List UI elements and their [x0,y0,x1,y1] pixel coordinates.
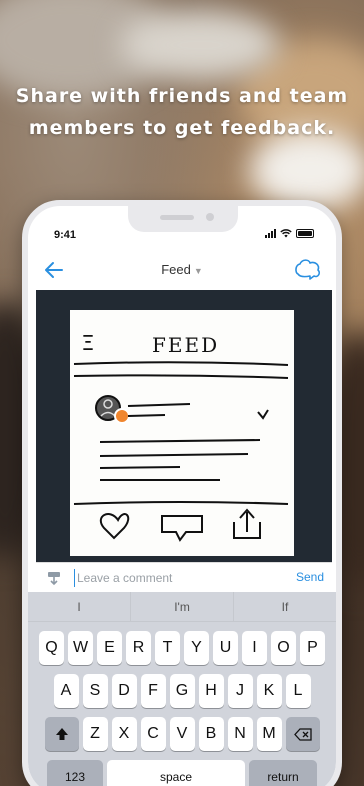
sketch-drawing: Ξ FEED [73,331,289,542]
feed-photo: Ξ FEED [36,290,332,562]
key-x[interactable]: X [111,717,137,751]
key-row-1: Q W E R T Y U I O P [28,631,336,665]
numbers-key[interactable]: 123 [47,760,103,786]
sketch-menu-glyph: Ξ [82,331,94,355]
suggestion-1[interactable]: I [28,592,131,621]
key-row-3: Z X C V B N M [28,717,336,751]
key-g[interactable]: G [169,674,195,708]
key-v[interactable]: V [169,717,195,751]
keyboard: I I'm If Q W E R T Y U I O P A S D F G H… [28,592,336,786]
send-button[interactable]: Send [296,570,324,584]
key-m[interactable]: M [256,717,282,751]
key-j[interactable]: J [227,674,253,708]
key-p[interactable]: P [300,631,325,665]
shift-key[interactable] [44,717,79,751]
key-u[interactable]: U [213,631,238,665]
return-key[interactable]: return [249,760,317,786]
suggestion-bar: I I'm If [28,592,336,622]
delete-key[interactable] [285,717,320,751]
status-icons [265,229,314,238]
key-z[interactable]: Z [82,717,108,751]
front-camera [206,213,214,221]
key-f[interactable]: F [140,674,166,708]
status-time: 9:41 [54,229,77,241]
key-a[interactable]: A [53,674,79,708]
attachment-icon[interactable] [46,570,62,586]
key-row-2: A S D F G H J K L [28,674,336,708]
phone-screen: 9:41 Feed ▼ Ξ FEED Leave a comment Send … [28,206,336,786]
status-bar: 9:41 [28,226,336,246]
suggestion-2[interactable]: I'm [131,592,234,621]
headline: Share with friends and team members to g… [0,80,364,144]
space-key[interactable]: space [107,760,245,786]
chat-bubbles-icon[interactable] [294,256,322,282]
key-r[interactable]: R [126,631,151,665]
key-i[interactable]: I [242,631,267,665]
comment-bar: Send [36,562,332,592]
signal-icon [265,229,276,238]
battery-icon [296,229,314,238]
key-row-4: 123 space return [28,760,336,786]
suggestion-3[interactable]: If [234,592,336,621]
key-c[interactable]: C [140,717,166,751]
speaker-grille [160,215,194,220]
chevron-down-icon: ▼ [193,266,203,276]
avatar-status-dot [114,408,130,424]
key-t[interactable]: T [155,631,180,665]
key-w[interactable]: W [68,631,93,665]
key-o[interactable]: O [271,631,296,665]
sketch-title: FEED [152,333,219,357]
wireframe-sketch: Ξ FEED [70,310,294,556]
comment-input[interactable] [74,569,274,587]
headline-line-1: Share with friends and team [15,85,349,107]
key-q[interactable]: Q [39,631,64,665]
key-d[interactable]: D [111,674,137,708]
key-y[interactable]: Y [184,631,209,665]
nav-bar: Feed ▼ [28,254,336,288]
key-h[interactable]: H [198,674,224,708]
nav-title-label: Feed [161,262,191,277]
key-s[interactable]: S [82,674,108,708]
key-b[interactable]: B [198,717,224,751]
key-k[interactable]: K [256,674,282,708]
shift-arrow-icon [55,728,68,740]
key-n[interactable]: N [227,717,253,751]
phone-frame: 9:41 Feed ▼ Ξ FEED Leave a comment Send … [22,200,342,786]
wifi-icon [280,229,292,238]
key-e[interactable]: E [97,631,122,665]
nav-title[interactable]: Feed ▼ [28,262,336,277]
backspace-icon [293,727,312,741]
headline-line-2: members to get feedback. [28,117,336,139]
key-l[interactable]: L [285,674,311,708]
